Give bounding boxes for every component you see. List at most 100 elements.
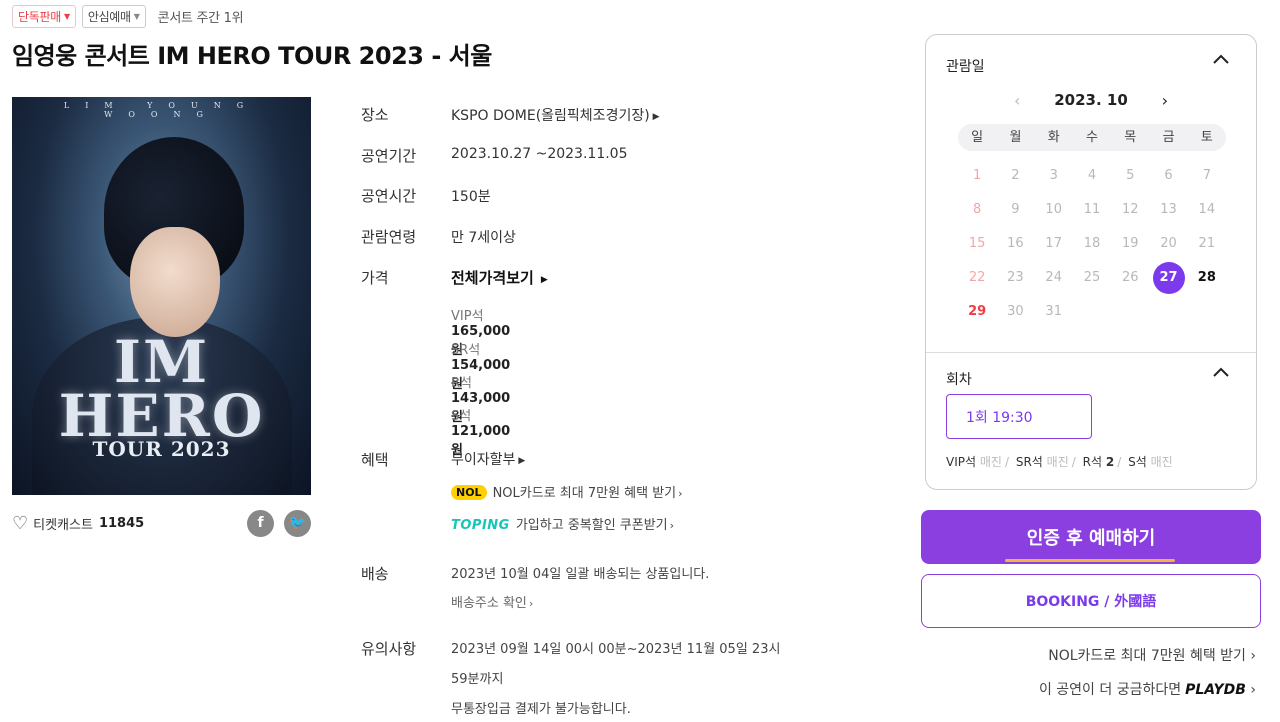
calendar-day-number: 31 — [1045, 304, 1062, 319]
venue-link[interactable]: KSPO DOME(올림픽체조경기장) ▶ — [451, 105, 751, 125]
venue-value: KSPO DOME(올림픽체조경기장) — [451, 108, 650, 124]
poster-image: LIM YOUNG WOONG IM HERO TOUR 2023 — [12, 97, 311, 495]
chevron-up-icon[interactable] — [1212, 366, 1230, 382]
triangle-right-icon: ▶ — [540, 275, 548, 285]
weekday-label: 목 — [1124, 130, 1137, 145]
calendar-day — [1073, 295, 1111, 329]
calendar-day: 5 — [1111, 159, 1149, 193]
session-time-button[interactable]: 1회 19:30 — [946, 394, 1092, 439]
safe-booking-tag[interactable]: 안심예매 ▼ — [81, 5, 146, 28]
calendar-day: 10 — [1035, 193, 1073, 227]
weekly-rank[interactable]: 콘서트 주간 1위 — [158, 7, 244, 26]
calendar-day: 9 — [996, 193, 1034, 227]
calendar-day-number: 25 — [1083, 270, 1101, 285]
price-grade: S석 — [451, 409, 472, 424]
nol-benefit-text: NOL카드로 최대 7만원 혜택 받기 — [492, 486, 677, 501]
calendar-day: 23 — [996, 261, 1034, 295]
calendar-day-number: 20 — [1160, 236, 1177, 251]
seat-status: 매진 — [1150, 455, 1173, 469]
book-button[interactable]: 인증 후 예매하기 — [921, 510, 1261, 564]
calendar-day: 3 — [1035, 159, 1073, 193]
calendar-day-number: 9 — [1011, 202, 1020, 217]
chevron-right-icon: › — [1250, 648, 1256, 664]
calendar-day-number: 15 — [968, 236, 986, 251]
playdb-prefix: 이 공연이 더 궁금하다면 — [1038, 682, 1182, 698]
calendar-day: 19 — [1111, 227, 1149, 261]
nol-benefit-link[interactable]: NOL NOL카드로 최대 7만원 혜택 받기 › — [451, 482, 683, 501]
foreign-booking-button[interactable]: BOOKING / 外國語 — [921, 574, 1261, 628]
installment-link[interactable]: 무이자할부 ▶ — [451, 449, 751, 469]
calendar-day-number: 8 — [973, 202, 982, 217]
price-grade: R석 — [451, 376, 472, 391]
calendar-day: 25 — [1073, 261, 1111, 295]
tag-row: 단독판매 ▼ 안심예매 ▼ 콘서트 주간 1위 — [12, 5, 244, 28]
delivery-address-link[interactable]: 배송주소 확인 › — [451, 592, 533, 611]
calendar-day: 24 — [1035, 261, 1073, 295]
calendar-day-number: 1 — [973, 168, 982, 183]
calendar-day-selected[interactable]: 27 — [1149, 261, 1187, 295]
nol-logo-icon: NOL — [451, 485, 487, 500]
facebook-icon[interactable]: f — [247, 509, 274, 537]
calendar-day-number: 23 — [1007, 270, 1024, 285]
calendar-day: 15 — [958, 227, 996, 261]
calendar-day-number: 24 — [1045, 270, 1062, 285]
info-label: 공연시간 — [361, 187, 417, 205]
exclusive-sale-tag[interactable]: 단독판매 ▼ — [12, 5, 76, 28]
calendar-day: 26 — [1111, 261, 1149, 295]
calendar-day-number: 5 — [1126, 168, 1135, 183]
price-grade: SR석 — [451, 343, 481, 358]
calendar-day: 18 — [1073, 227, 1111, 261]
prev-month-icon[interactable]: ‹ — [1014, 91, 1020, 110]
calendar-day-number: 7 — [1202, 168, 1211, 183]
calendar-day-number: 12 — [1121, 202, 1139, 217]
twitter-icon[interactable]: 🐦 — [284, 509, 311, 537]
calendar-day: 13 — [1149, 193, 1187, 227]
price-grade: VIP석 — [451, 309, 484, 324]
weekday-label: 월 — [1009, 130, 1022, 145]
like-row: ♡ 티켓캐스트 11845 f 🐦 — [12, 509, 311, 537]
calendar-week: 22 23 24 25 26 27 28 — [958, 261, 1226, 295]
toping-coupon-link[interactable]: TOPING 가입하고 중복할인 쿠폰받기 › — [451, 514, 674, 533]
calendar-day: 17 — [1035, 227, 1073, 261]
view-all-prices-label: 전체가격보기 — [451, 269, 534, 287]
month-label: 2023. 10 — [1054, 91, 1128, 109]
nol-card-link[interactable]: NOL카드로 최대 7만원 혜택 받기 › — [1048, 645, 1256, 665]
playdb-link[interactable]: 이 공연이 더 궁금하다면 PLAYDB › — [1039, 679, 1256, 699]
tag-label: 단독판매 — [18, 10, 61, 24]
delivery-address-label: 배송주소 확인 — [451, 596, 527, 611]
chevron-right-icon: › — [528, 597, 534, 610]
like-label: 티켓캐스트 — [33, 517, 93, 533]
share-buttons: f 🐦 — [247, 509, 311, 537]
heart-outline-icon[interactable]: ♡ — [12, 513, 28, 534]
calendar-day-number: 3 — [1049, 168, 1058, 183]
weekday-label: 일 — [971, 130, 984, 145]
weekday-label: 수 — [1086, 130, 1098, 145]
calendar-day-number: 19 — [1121, 236, 1139, 251]
calendar-day-number: 13 — [1160, 202, 1177, 217]
calendar-week: 8 9 10 11 12 13 14 — [958, 193, 1226, 227]
calendar-day-number: 29 — [968, 304, 987, 319]
runtime-value: 150분 — [451, 189, 491, 205]
calendar-day-number: 16 — [1007, 236, 1024, 251]
book-underline — [1005, 559, 1175, 562]
calendar-day-number: 28 — [1197, 270, 1216, 285]
info-label: 유의사항 — [361, 640, 417, 658]
weekday-label: 화 — [1047, 130, 1060, 145]
view-all-prices-link[interactable]: 전체가격보기 ▶ — [451, 267, 751, 288]
next-month-icon[interactable]: › — [1162, 91, 1168, 110]
calendar-week: 29 30 31 — [958, 295, 1226, 329]
seat-separator: / — [1071, 455, 1076, 469]
seat-status: 매진 — [979, 455, 1002, 469]
seat-grade: S석 — [1128, 455, 1147, 469]
poster-figure-face — [130, 227, 220, 337]
calendar-day[interactable]: 29 — [958, 295, 996, 329]
caret-down-icon: ▼ — [63, 12, 70, 21]
calendar-week: 1 2 3 4 5 6 7 — [958, 159, 1226, 193]
calendar-day-number: 26 — [1121, 270, 1139, 285]
calendar-day-number: 18 — [1083, 236, 1101, 251]
chevron-up-icon[interactable] — [1212, 53, 1230, 69]
seat-status: 2 — [1105, 455, 1115, 469]
nol-card-link-label: NOL카드로 최대 7만원 혜택 받기 — [1048, 648, 1246, 664]
seat-status: 매진 — [1046, 455, 1069, 469]
calendar-day[interactable]: 28 — [1188, 261, 1226, 295]
